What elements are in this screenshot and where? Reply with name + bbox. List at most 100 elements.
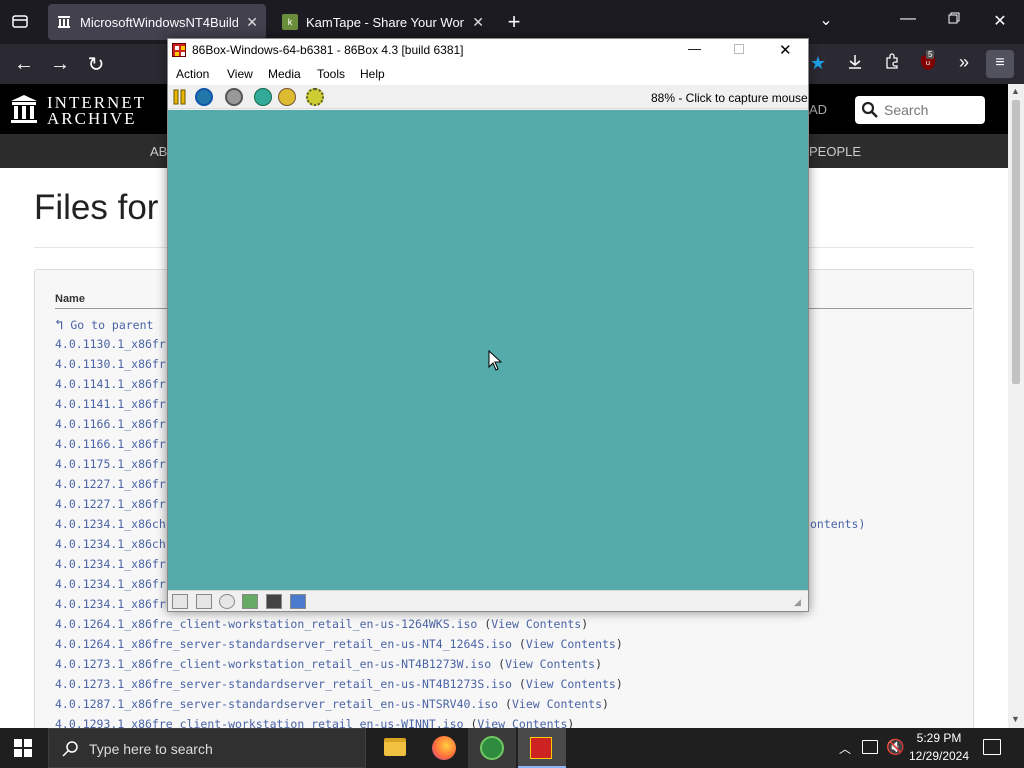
ia-search-box[interactable]: Search bbox=[855, 96, 985, 124]
file-link[interactable]: 4.0.1227.1_x86fr bbox=[55, 477, 166, 491]
firefox-icon[interactable] bbox=[432, 736, 456, 760]
file-link[interactable]: 4.0.1141.1_x86fr bbox=[55, 377, 166, 391]
menu-tools[interactable]: Tools bbox=[317, 67, 345, 81]
taskbar-search-box[interactable]: Type here to search bbox=[48, 728, 366, 768]
view-contents-link[interactable]: View Contents bbox=[526, 637, 616, 651]
menu-media[interactable]: Media bbox=[268, 67, 301, 81]
file-link[interactable]: 4.0.1287.1_x86fre_server-standardserver_… bbox=[55, 697, 498, 711]
resize-grip-icon[interactable]: ◢ bbox=[794, 597, 801, 608]
file-link[interactable]: 4.0.1234.1_x86fr bbox=[55, 597, 166, 611]
view-contents-link[interactable]: View Contents bbox=[505, 657, 595, 671]
close-browser-icon[interactable]: ✕ bbox=[990, 11, 1010, 31]
browser-tab-archive[interactable]: MicrosoftWindowsNT4BuildCo ✕ bbox=[48, 4, 266, 40]
new-tab-button[interactable]: + bbox=[504, 9, 524, 35]
file-link[interactable]: 4.0.1264.1_x86fre_server-standardserver_… bbox=[55, 637, 512, 651]
file-link[interactable]: 4.0.1273.1_x86fre_client-workstation_ret… bbox=[55, 657, 491, 671]
file-link[interactable]: 4.0.1234.1_x86fr bbox=[55, 577, 166, 591]
network-icon[interactable] bbox=[266, 594, 282, 609]
86box-app-icon bbox=[172, 43, 186, 57]
view-contents-fragment[interactable]: ontents) bbox=[810, 517, 865, 531]
menu-action[interactable]: Action bbox=[176, 67, 209, 81]
86box-window-title: 86Box-Windows-64-b6381 - 86Box 4.3 [buil… bbox=[192, 43, 464, 57]
view-contents-link[interactable]: View Contents bbox=[491, 617, 581, 631]
file-link[interactable]: 4.0.1130.1_x86fr bbox=[55, 337, 166, 351]
file-link[interactable]: 4.0.1234.1_x86fr bbox=[55, 557, 166, 571]
menu-help[interactable]: Help bbox=[360, 67, 385, 81]
browser-tab-kamtape[interactable]: k KamTape - Share Your World. ✕ bbox=[274, 4, 492, 40]
menu-view[interactable]: View bbox=[227, 67, 253, 81]
ia-logo-text-line2[interactable]: ARCHIVE bbox=[47, 109, 137, 129]
bookmark-star-icon[interactable]: ★ bbox=[808, 53, 828, 74]
file-link[interactable]: 4.0.1175.1_x86fr bbox=[55, 457, 166, 471]
file-link[interactable]: 4.0.1234.1_x86ch bbox=[55, 517, 166, 531]
file-link[interactable]: 4.0.1273.1_x86fre_server-standardserver_… bbox=[55, 677, 512, 691]
86box-minimize-icon[interactable]: — bbox=[688, 41, 701, 56]
cdrom-icon[interactable] bbox=[219, 594, 235, 609]
file-link[interactable]: 4.0.1130.1_x86fr bbox=[55, 357, 166, 371]
ia-logo-icon[interactable] bbox=[10, 94, 38, 129]
file-link[interactable]: 4.0.1227.1_x86fr bbox=[55, 497, 166, 511]
speaker-muted-icon[interactable]: 🔇 bbox=[886, 738, 905, 756]
scroll-up-arrow-icon[interactable]: ▲ bbox=[1011, 86, 1020, 96]
file-link[interactable]: 4.0.1166.1_x86fr bbox=[55, 437, 166, 451]
mouse-capture-status[interactable]: 88% - Click to capture mouse bbox=[651, 91, 808, 105]
start-windows-icon[interactable] bbox=[14, 739, 32, 762]
hard-reset-icon[interactable] bbox=[195, 88, 213, 106]
network-tray-icon[interactable] bbox=[862, 740, 878, 754]
ia-upload-partial[interactable]: AD bbox=[809, 102, 827, 117]
86box-taskbar-icon bbox=[530, 737, 552, 759]
internet-app-icon[interactable] bbox=[480, 736, 504, 760]
kamtape-favicon-icon: k bbox=[282, 14, 298, 30]
86box-maximize-icon[interactable] bbox=[734, 44, 744, 54]
overflow-chevrons-icon[interactable]: » bbox=[954, 52, 974, 73]
page-scrollbar[interactable]: ▲ ▼ bbox=[1008, 84, 1024, 728]
file-row: 4.0.1293.1_x86fre_client-workstation_ret… bbox=[55, 717, 574, 728]
subnav-people-partial[interactable]: PEOPLE bbox=[809, 144, 861, 159]
view-contents-link[interactable]: View Contents bbox=[477, 717, 567, 728]
restore-browser-icon[interactable] bbox=[944, 11, 964, 29]
extensions-puzzle-icon[interactable] bbox=[882, 53, 902, 74]
hard-disk-icon[interactable] bbox=[242, 594, 258, 609]
close-tab-icon[interactable]: ✕ bbox=[472, 14, 484, 31]
sound-icon[interactable] bbox=[290, 594, 306, 609]
minimize-browser-icon[interactable]: — bbox=[898, 10, 918, 28]
file-explorer-icon[interactable] bbox=[384, 738, 406, 756]
floppy-drive-icon[interactable] bbox=[172, 594, 188, 609]
view-contents-link[interactable]: View Contents bbox=[526, 677, 616, 691]
forward-arrow-icon[interactable]: → bbox=[48, 53, 72, 76]
close-tab-icon[interactable]: ✕ bbox=[246, 14, 258, 31]
column-header-name[interactable]: Name bbox=[55, 293, 85, 305]
tab-overview-icon[interactable] bbox=[10, 12, 30, 32]
file-row: 4.0.1273.1_x86fre_server-standardserver_… bbox=[55, 677, 623, 691]
power-icon[interactable] bbox=[225, 88, 243, 106]
reload-icon[interactable]: ↻ bbox=[84, 52, 108, 77]
clock-date[interactable]: 12/29/2024 bbox=[907, 749, 971, 763]
list-tabs-icon[interactable]: ⌄ bbox=[816, 10, 836, 30]
search-icon bbox=[861, 101, 878, 118]
back-arrow-icon[interactable]: ← bbox=[12, 53, 36, 76]
mouse-cursor-icon bbox=[488, 350, 502, 371]
vm-display-screen[interactable] bbox=[168, 110, 808, 590]
file-link[interactable]: 4.0.1141.1_x86fr bbox=[55, 397, 166, 411]
86box-menubar: Action View Media Tools Help bbox=[168, 63, 808, 85]
menu-hamburger-icon[interactable]: ≡ bbox=[986, 50, 1014, 78]
file-link[interactable]: 4.0.1234.1_x86ch bbox=[55, 537, 166, 551]
show-hidden-icons-chevron-icon[interactable]: ︿ bbox=[839, 740, 851, 757]
scrollbar-thumb[interactable] bbox=[1012, 100, 1020, 384]
scroll-down-arrow-icon[interactable]: ▼ bbox=[1011, 714, 1020, 724]
notifications-icon[interactable] bbox=[983, 739, 1001, 755]
86box-close-icon[interactable]: ✕ bbox=[779, 41, 792, 59]
file-link[interactable]: 4.0.1264.1_x86fre_client-workstation_ret… bbox=[55, 617, 477, 631]
go-to-parent-link[interactable]: ↰ Go to parent bbox=[55, 317, 153, 333]
file-link[interactable]: 4.0.1166.1_x86fr bbox=[55, 417, 166, 431]
clock-time[interactable]: 5:29 PM bbox=[910, 731, 968, 745]
view-contents-link[interactable]: View Contents bbox=[512, 697, 602, 711]
ctrl-alt-esc-icon[interactable] bbox=[278, 88, 296, 106]
downloads-icon[interactable] bbox=[845, 54, 865, 75]
86box-titlebar[interactable]: 86Box-Windows-64-b6381 - 86Box 4.3 [buil… bbox=[168, 39, 808, 63]
ctrl-alt-del-icon[interactable] bbox=[254, 88, 272, 106]
settings-gear-icon[interactable] bbox=[306, 88, 324, 106]
floppy-drive-2-icon[interactable] bbox=[196, 594, 212, 609]
pause-icon[interactable] bbox=[173, 88, 187, 106]
file-link[interactable]: 4.0.1293.1_x86fre_client-workstation_ret… bbox=[55, 717, 464, 728]
